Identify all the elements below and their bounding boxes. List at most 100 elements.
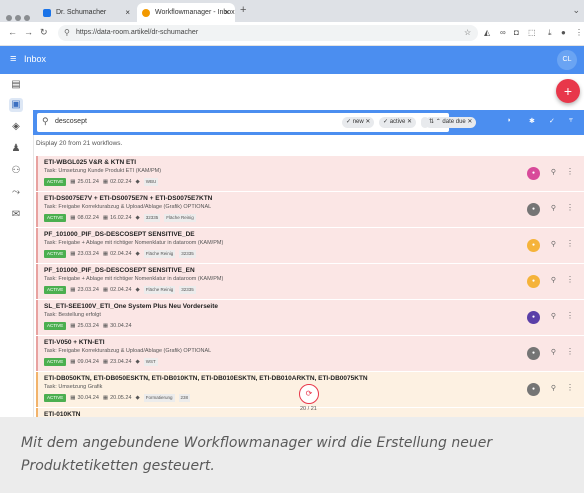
site-info-icon[interactable]: ⚲ [64,25,70,41]
more-options-icon[interactable]: ⋮ [566,203,574,212]
due-date: 02.04.24 [110,287,132,293]
menu-icon[interactable]: ≡ [10,53,16,65]
start-date: 23.03.24 [77,251,99,257]
search-icon[interactable]: ⚲ [551,168,556,176]
workflow-task: Task: Freigabe + Ablage mit richtiger No… [44,276,224,282]
workflow-row[interactable]: ETI-WBGL025 V&R & KTN ETI Task: Umsetzung… [36,156,584,191]
forward-icon[interactable]: → [24,27,33,37]
more-options-icon[interactable]: ⋮ [566,347,574,356]
more-options-icon[interactable]: ⋮ [566,167,574,176]
workflow-task: Task: Bestellung erfolgt [44,312,101,318]
calendar-icon: ▦ [102,179,109,185]
search-icon[interactable]: ⚲ [551,276,556,284]
row-tag: WST [143,358,158,366]
workflow-task: Task: Freigabe + Ablage mit richtiger No… [44,240,224,246]
workflow-row[interactable]: SL_ETI-SEE100V_ETI_One System Plus Neu V… [36,300,584,335]
bookmark-star-icon[interactable]: ☆ [464,28,471,37]
more-options-icon[interactable]: ⋮ [566,311,574,320]
search-icon[interactable]: ⚲ [551,384,556,392]
workflow-row[interactable]: ETI-DS0075E7V + ETI-DS0075E7N + ETI-DS00… [36,192,584,227]
browser-tab-workflowmanager[interactable]: Workflowmanager - Inbox × [137,3,235,22]
check-all-icon[interactable]: ✓ [549,117,557,125]
settings-icon[interactable]: ✱ [529,117,537,125]
sidebar-item-routes[interactable]: ⤳ [9,186,23,200]
browser-tab-mediapool[interactable]: Dr. Schumacher Mediapool × [38,3,136,35]
more-options-icon[interactable]: ⋮ [566,239,574,248]
load-more-button[interactable]: ⟳ [299,384,319,404]
workflow-row[interactable]: PF_101000_PIF_DS-DESCOSEPT SENSITIVE_DE T… [36,228,584,263]
row-tag: WBU [143,178,159,186]
calendar-icon: ▦ [102,395,109,401]
sidebar-item-projects[interactable]: ◈ [9,120,23,134]
view-toggle-icon[interactable]: ◗ [507,117,515,125]
tag-icon: ◆ [135,179,140,185]
browser-menu-icon[interactable]: ⋮ [575,28,583,37]
chip-label: active [389,119,406,125]
more-options-icon[interactable]: ⋮ [566,383,574,392]
sidebar-item-inbox[interactable]: ▤ [9,78,23,92]
calendar-icon: ▦ [70,287,76,293]
back-icon[interactable]: ← [8,27,17,37]
sort-chip-date-due[interactable]: ⇅ ⌃ date due ✕ [425,117,477,128]
close-tab-icon[interactable]: × [224,3,229,22]
workflow-row[interactable]: PF_101000_PIF_DS-DESCOSEPT SENSITIVE_EN T… [36,264,584,299]
workflow-meta: ACTIVE ▦ 25.03.24 ▦ 30.04.24 [44,322,132,330]
status-badge: ACTIVE [44,322,67,330]
filter-chip-active[interactable]: ✓ active ✕ [379,117,417,128]
search-icon[interactable]: ⚲ [551,312,556,320]
extension-icon[interactable]: ◘ [514,28,519,37]
search-icon[interactable]: ⚲ [551,240,556,248]
screenshot-frame: Dr. Schumacher Mediapool × Workflowmanag… [0,0,584,417]
status-badge: ACTIVE [44,286,67,294]
calendar-icon: ▦ [102,287,109,293]
row-tag: 32335 [179,250,196,258]
group-icon: ⚇ [11,165,21,176]
row-tag: 32335 [143,214,161,222]
sidebar-item-mail[interactable]: ✉ [9,208,23,222]
assignee-avatar[interactable]: ● [527,347,540,360]
tab-label: Workflowmanager - Inbox [155,9,235,16]
add-workflow-button[interactable]: + [556,79,580,103]
assignee-avatar[interactable]: ● [527,311,540,324]
due-date: 30.04.24 [110,323,132,329]
tab-search-icon[interactable]: ⌄ [572,5,580,16]
close-tab-icon[interactable]: × [125,3,130,22]
workflow-task: Task: Umsetzung Kunde Produkt ETI (KAM/P… [44,168,162,174]
more-options-icon[interactable]: ⋮ [566,275,574,284]
pagination-count: 20 / 21 [300,406,317,412]
due-date: 16.02.24 [110,215,132,221]
start-date: 30.04.24 [77,395,99,401]
sidebar-item-workflows[interactable]: ▣ [9,98,23,112]
search-field[interactable]: ⚲ descosept ✓ new ✕ ✓ active ✕ ✕ [37,113,449,132]
extensions-puzzle-icon[interactable]: ⬚ [528,28,536,37]
tag-icon: ◆ [135,359,140,365]
extension-icon[interactable]: ∞ [500,28,506,37]
image-caption: Mit dem angebundene Workflowmanager wird… [21,435,493,474]
download-icon[interactable]: ⤓ [548,28,552,38]
assignee-avatar[interactable]: ● [527,239,540,252]
calendar-icon: ▦ [70,323,76,329]
user-avatar[interactable]: CL [557,50,577,70]
search-input[interactable]: descosept [55,118,87,125]
sidebar-item-user[interactable]: ♟ [9,142,23,156]
assignee-avatar[interactable]: ● [527,203,540,216]
workflow-meta: ACTIVE ▦ 23.03.24 ▦ 02.04.24 ◆ Fläche Reinig 32… [44,286,196,294]
reload-icon[interactable]: ↻ [40,27,48,38]
url-field[interactable]: ⚲ https://data-room.artikel/dr-schumache… [58,25,478,41]
search-bar: ⚲ descosept ✓ new ✕ ✓ active ✕ ✕ ⇅ ⌃ dat… [33,110,584,135]
search-icon[interactable]: ⚲ [551,348,556,356]
assignee-avatar[interactable]: ● [527,167,540,180]
workflow-row[interactable]: ETI-V050 + KTN-ETI Task: Freigabe Korrekt… [36,336,584,371]
assignee-avatar[interactable]: ● [527,383,540,396]
new-tab-icon[interactable]: + [240,4,246,16]
filter-icon[interactable]: ⫧ [569,117,577,125]
search-icon[interactable]: ⚲ [551,204,556,212]
sidebar-item-groups[interactable]: ⚇ [9,164,23,178]
assignee-avatar[interactable]: ● [527,275,540,288]
profile-icon[interactable]: ● [561,28,566,37]
tag-icon: ◆ [135,395,140,401]
due-date: 02.02.24 [110,179,132,185]
page-title: Inbox [24,54,47,64]
filter-chip-new[interactable]: ✓ new ✕ [342,117,375,128]
extension-icon[interactable]: ◭ [484,28,490,37]
